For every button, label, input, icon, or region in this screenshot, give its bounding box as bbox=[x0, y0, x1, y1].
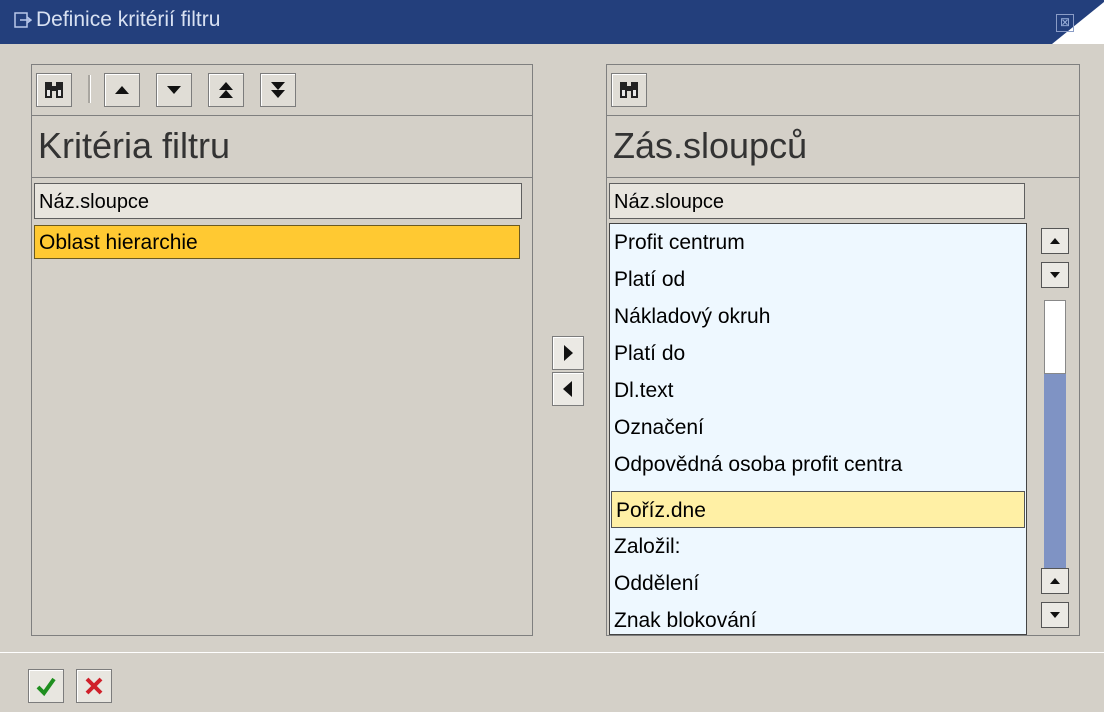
arrow-right-icon bbox=[564, 345, 573, 361]
scroll-down-button[interactable] bbox=[1041, 602, 1069, 628]
panel-heading: Kritéria filtru bbox=[38, 125, 231, 166]
panel-heading: Zás.sloupců bbox=[613, 125, 808, 166]
arrow-up-icon bbox=[1050, 578, 1060, 584]
available-columns-list: Profit centrum Platí od Nákladový okruh … bbox=[609, 223, 1027, 635]
confirm-icon bbox=[36, 677, 56, 697]
list-item[interactable]: Dl.text bbox=[610, 372, 1024, 409]
close-button[interactable]: ⊠ bbox=[1056, 14, 1074, 32]
window-icon bbox=[14, 12, 32, 28]
find-icon bbox=[45, 82, 63, 98]
list-item[interactable]: Platí do bbox=[610, 335, 1024, 372]
confirm-button[interactable] bbox=[28, 669, 64, 703]
toolbar-divider bbox=[32, 115, 532, 116]
column-header[interactable]: Náz.sloupce bbox=[34, 183, 522, 219]
list-item[interactable]: Založil: bbox=[610, 528, 1024, 565]
move-bottom-button[interactable] bbox=[260, 73, 296, 107]
list-item[interactable]: Oblast hierarchie bbox=[34, 225, 520, 259]
heading-divider bbox=[607, 177, 1079, 178]
list-item[interactable]: Nákladový okruh bbox=[610, 298, 1024, 335]
move-bottom-icon bbox=[271, 82, 285, 98]
arrow-down-icon bbox=[1050, 612, 1060, 618]
move-down-icon bbox=[167, 86, 181, 94]
filter-criteria-panel: Kritéria filtru Náz.sloupce Oblast hiera… bbox=[31, 64, 533, 636]
page-down-button[interactable] bbox=[1041, 262, 1069, 288]
remove-column-button[interactable] bbox=[552, 372, 584, 406]
list-item[interactable]: Znak blokování bbox=[610, 602, 1024, 634]
title-bar: Definice kritérií filtru ⊠ bbox=[0, 0, 1104, 44]
column-header[interactable]: Náz.sloupce bbox=[609, 183, 1025, 219]
dialog-footer bbox=[0, 652, 1104, 712]
list-item[interactable]: Označení bbox=[610, 409, 1024, 446]
find-button[interactable] bbox=[36, 73, 72, 107]
move-down-button[interactable] bbox=[156, 73, 192, 107]
page-up-button[interactable] bbox=[1041, 568, 1069, 594]
toolbar-divider bbox=[607, 115, 1079, 116]
find-icon bbox=[620, 82, 638, 98]
heading-divider bbox=[32, 177, 532, 178]
list-item[interactable]: Profit centrum bbox=[610, 224, 1024, 261]
move-up-icon bbox=[115, 86, 129, 94]
list-item-selected[interactable]: Poříz.dne bbox=[611, 491, 1025, 528]
cancel-button[interactable] bbox=[76, 669, 112, 703]
column-set-panel: Zás.sloupců Náz.sloupce Profit centrum P… bbox=[606, 64, 1080, 636]
window-title: Definice kritérií filtru bbox=[36, 8, 221, 31]
find-button[interactable] bbox=[611, 73, 647, 107]
list-item[interactable]: Odpovědná osoba profit centra bbox=[610, 446, 1024, 483]
scroll-thumb[interactable] bbox=[1044, 300, 1066, 374]
vertical-scrollbar bbox=[1037, 226, 1071, 634]
move-up-button[interactable] bbox=[104, 73, 140, 107]
arrow-left-icon bbox=[563, 381, 572, 397]
list-item[interactable]: Oddělení bbox=[610, 565, 1024, 602]
cancel-icon bbox=[85, 677, 103, 695]
arrow-up-icon bbox=[1050, 238, 1060, 244]
add-column-button[interactable] bbox=[552, 336, 584, 370]
scroll-up-button[interactable] bbox=[1041, 228, 1069, 254]
move-top-icon bbox=[219, 82, 233, 98]
move-top-button[interactable] bbox=[208, 73, 244, 107]
arrow-down-icon bbox=[1050, 272, 1060, 278]
list-item[interactable]: Platí od bbox=[610, 261, 1024, 298]
toolbar-separator bbox=[88, 75, 91, 103]
